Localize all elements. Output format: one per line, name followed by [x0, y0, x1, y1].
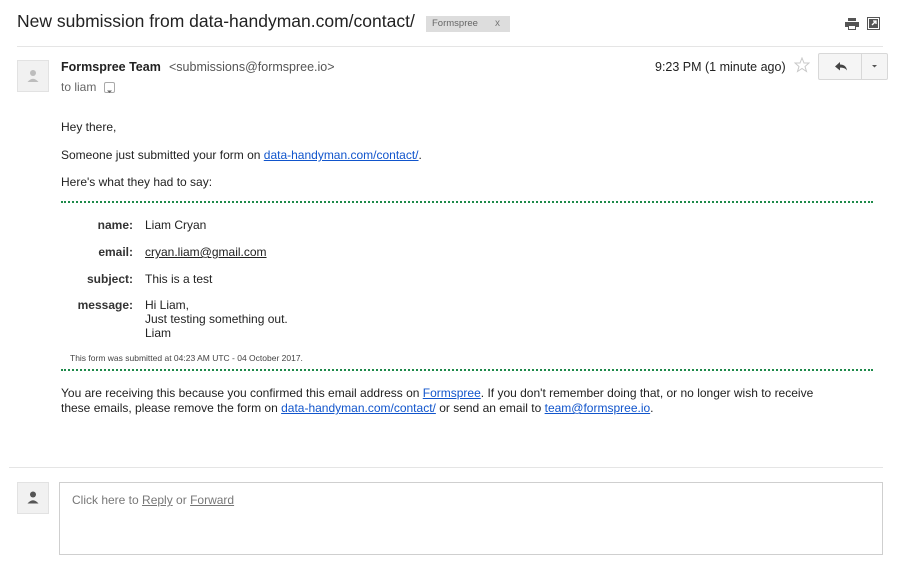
greeting: Hey there,: [61, 120, 117, 134]
form-url-link-footer[interactable]: data-handyman.com/contact/: [281, 401, 436, 415]
form-url-link[interactable]: data-handyman.com/contact/: [264, 148, 419, 162]
message-line-1: Hi Liam,: [145, 298, 190, 312]
reply-prompt-text: Click here to: [72, 493, 143, 507]
remove-label-button[interactable]: x: [495, 16, 500, 32]
user-avatar: [17, 482, 49, 514]
reply-section-divider: [9, 467, 883, 468]
reply-prompt: Click here to Reply or Forward: [72, 493, 234, 507]
footer-line-2: these emails, please remove the form on …: [61, 401, 654, 415]
reply-or-text: or: [172, 493, 191, 507]
more-actions-button[interactable]: [861, 53, 888, 80]
footer-text-4: or send an email to: [435, 401, 545, 415]
show-details-button[interactable]: [104, 82, 115, 93]
footer-text-5: .: [650, 401, 654, 415]
lead-line: Here's what they had to say:: [61, 175, 213, 189]
forward-link[interactable]: Forward: [190, 493, 234, 507]
header-divider: [17, 46, 883, 47]
person-icon: [27, 491, 39, 504]
message-field-label: message:: [77, 298, 133, 312]
submitted-note: This form was submitted at 04:23 AM UTC …: [70, 353, 303, 363]
message-timestamp: 9:23 PM (1 minute ago): [655, 60, 786, 74]
footer-text-1: You are receiving this because you confi…: [61, 386, 423, 400]
chevron-down-icon: [872, 65, 877, 68]
person-icon: [27, 70, 39, 82]
intro-line: Someone just submitted your form on data…: [61, 148, 422, 162]
recipient-line: to liam: [61, 80, 97, 94]
team-email-link[interactable]: team@formspree.io: [545, 401, 651, 415]
email-field-link[interactable]: cryan.liam@gmail.com: [145, 245, 267, 259]
email-subject: New submission from data-handyman.com/co…: [17, 11, 415, 31]
print-icon[interactable]: [845, 17, 859, 35]
subject-field-label: subject:: [86, 272, 133, 286]
footer-text-3: these emails, please remove the form on: [61, 401, 282, 415]
email-field-label: email:: [98, 245, 133, 259]
formspree-link[interactable]: Formspree: [423, 386, 481, 400]
reply-button[interactable]: [818, 53, 862, 80]
open-in-new-window-icon[interactable]: [867, 17, 880, 35]
message-line-3: Liam: [145, 326, 172, 340]
sender-name[interactable]: Formspree Team: [61, 60, 161, 74]
message-line-2: Just testing something out.: [145, 312, 288, 326]
label-chip[interactable]: Formspree x: [426, 16, 510, 32]
chevron-down-icon: [107, 90, 112, 93]
subject-field-value: This is a test: [145, 272, 213, 286]
star-icon[interactable]: [793, 56, 811, 78]
footer-text-2: . If you don't remember doing that, or n…: [480, 386, 814, 400]
name-field-label: name:: [97, 218, 133, 232]
name-field-value: Liam Cryan: [145, 218, 207, 232]
intro-text: Someone just submitted your form on: [61, 148, 264, 162]
sender-avatar: [17, 60, 49, 92]
dotted-divider-top: [61, 201, 873, 203]
reply-box[interactable]: Click here to Reply or Forward: [59, 482, 883, 555]
label-chip-text: Formspree: [432, 18, 478, 29]
sender-email: <submissions@formspree.io>: [169, 60, 335, 74]
footer-line-1: You are receiving this because you confi…: [61, 386, 813, 400]
reply-arrow-icon: [835, 62, 847, 71]
intro-suffix: .: [418, 148, 422, 162]
reply-link[interactable]: Reply: [142, 493, 173, 507]
dotted-divider-bottom: [61, 369, 873, 371]
